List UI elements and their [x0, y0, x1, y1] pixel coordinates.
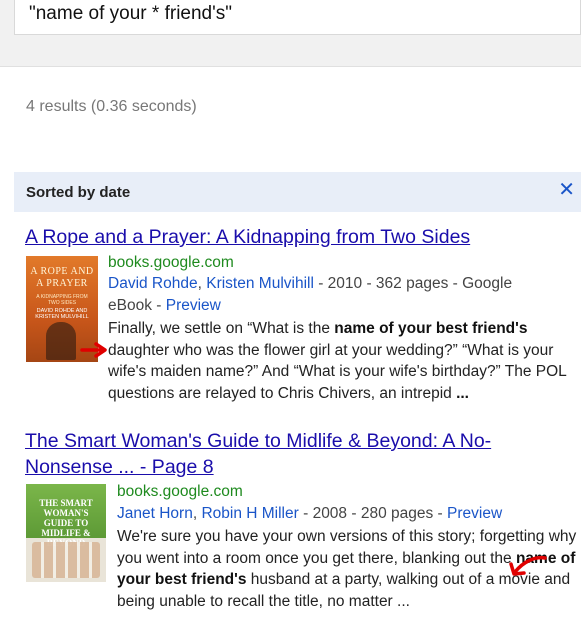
snippet-ellipsis: ... [456, 384, 469, 402]
meta-details: - 2010 - 362 pages - Google [313, 275, 513, 292]
result-title-link[interactable]: The Smart Woman's Guide to Midlife & Bey… [25, 428, 545, 480]
result-title-link[interactable]: A Rope and a Prayer: A Kidnapping from T… [25, 226, 470, 249]
result-source-url: books.google.com [117, 483, 243, 500]
result-meta: Janet Horn, Robin H Miller - 2008 - 280 … [117, 503, 577, 525]
cover-authors: DAVID ROHDE AND KRISTEN MULVIHILL [35, 308, 89, 320]
search-bar: "name of your * friend's" [0, 0, 581, 67]
search-query-text[interactable]: "name of your * friend's" [29, 3, 232, 25]
book-cover-thumbnail[interactable]: THE SMART WOMAN'S GUIDE TO MIDLIFE & BEY… [26, 484, 106, 582]
snippet-text: daughter who was the flower girl at your… [108, 341, 567, 402]
result-snippet: Finally, we settle on “What is the name … [108, 318, 574, 404]
results-stats: 4 results (0.36 seconds) [26, 98, 197, 115]
preview-link[interactable]: Preview [166, 297, 221, 314]
cover-title: A ROPE AND A PRAYER [30, 266, 94, 289]
cover-subtitle: A KIDNAPPING FROM TWO SIDES [36, 294, 88, 306]
sort-label: Sorted by date [26, 184, 131, 201]
author-link[interactable]: Janet Horn [117, 505, 193, 522]
preview-link[interactable]: Preview [447, 505, 502, 522]
close-icon[interactable]: ✕ [558, 178, 575, 202]
meta-details: - 2008 - 280 pages - [298, 505, 448, 522]
result-source-url: books.google.com [108, 254, 234, 271]
author-link[interactable]: Kristen Mulvihill [206, 275, 314, 292]
snippet-highlight: name of your best friend's [334, 320, 528, 337]
snippet-text: Finally, we settle on “What is the [108, 320, 335, 337]
cover-photo [32, 542, 100, 578]
author-link[interactable]: Robin H Miller [201, 505, 298, 522]
red-arrow-annotation [509, 555, 547, 576]
red-arrow-annotation [80, 342, 107, 358]
meta-details-cont: eBook - [108, 297, 166, 314]
cover-figure [46, 322, 76, 360]
sort-bar: Sorted by date ✕ [14, 172, 581, 212]
author-link[interactable]: David Rohde [108, 275, 198, 292]
result-meta: David Rohde, Kristen Mulvihill - 2010 - … [108, 273, 578, 317]
cover-title: THE SMART WOMAN'S GUIDE TO MIDLIFE & BEY… [39, 498, 93, 548]
search-input[interactable]: "name of your * friend's" [14, 0, 581, 35]
comma-sep: , [197, 275, 207, 292]
